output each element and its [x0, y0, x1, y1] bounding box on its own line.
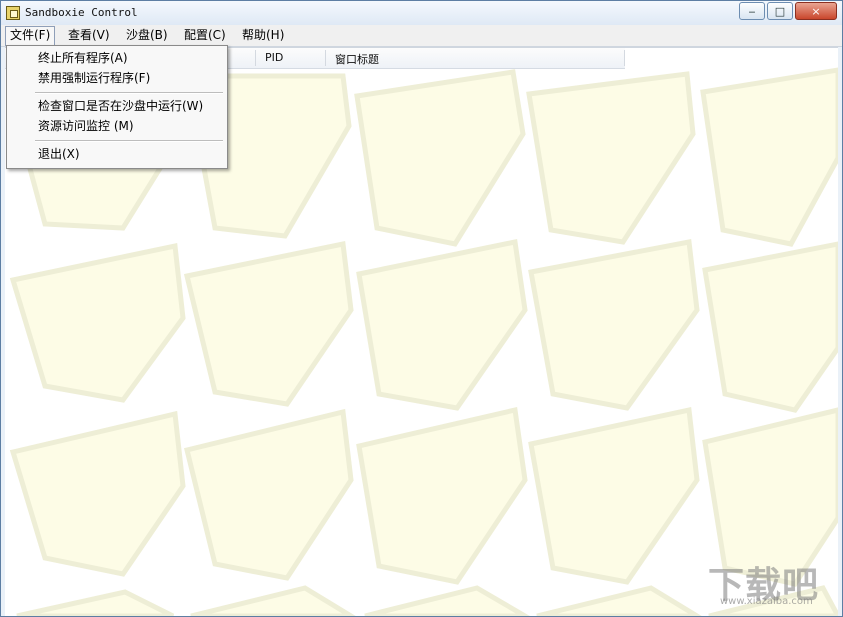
menu-help[interactable]: 帮助(H)	[238, 26, 288, 44]
column-window-title[interactable]: 窗口标题	[335, 51, 379, 67]
file-menu-dropdown: 终止所有程序(A) 禁用强制运行程序(F) 检查窗口是否在沙盘中运行(W) 资源…	[6, 45, 228, 169]
menu-item-disable-forced[interactable]: 禁用强制运行程序(F)	[38, 69, 150, 87]
minimize-button[interactable]: ‒	[739, 2, 765, 20]
watermark-url: www.xiazaiba.com	[720, 596, 813, 607]
minimize-icon: ‒	[748, 4, 756, 18]
column-separator[interactable]	[255, 50, 256, 66]
menu-file[interactable]: 文件(F)	[5, 26, 56, 46]
column-separator[interactable]	[325, 50, 326, 66]
sandbox-app-icon	[6, 6, 20, 20]
close-icon: ×	[811, 4, 821, 18]
menu-view[interactable]: 查看(V)	[64, 26, 114, 44]
close-button[interactable]: ×	[795, 2, 837, 20]
title-bar[interactable]: Sandboxie Control ‒ □ ×	[1, 1, 842, 25]
menu-item-terminate-all[interactable]: 终止所有程序(A)	[38, 49, 128, 67]
menu-item-resource-monitor[interactable]: 资源访问监控 (M)	[38, 117, 134, 135]
menu-sandbox[interactable]: 沙盘(B)	[122, 26, 172, 44]
watermark: 下载吧 www.xiazaiba.com	[708, 556, 828, 608]
maximize-icon: □	[774, 4, 786, 18]
menu-separator	[35, 140, 223, 142]
menu-item-check-window[interactable]: 检查窗口是否在沙盘中运行(W)	[38, 97, 203, 115]
menu-configure[interactable]: 配置(C)	[180, 26, 230, 44]
sandboxie-window: Sandboxie Control ‒ □ × 文件(F) 查看(V) 沙盘(B…	[0, 0, 843, 617]
menu-item-exit[interactable]: 退出(X)	[38, 145, 80, 163]
menu-separator	[35, 92, 223, 94]
menu-bar: 文件(F) 查看(V) 沙盘(B) 配置(C) 帮助(H)	[1, 25, 842, 47]
column-pid[interactable]: PID	[265, 51, 283, 64]
window-title: Sandboxie Control	[25, 6, 138, 19]
maximize-button[interactable]: □	[767, 2, 793, 20]
column-separator[interactable]	[624, 50, 625, 66]
caption-buttons: ‒ □ ×	[739, 2, 837, 20]
